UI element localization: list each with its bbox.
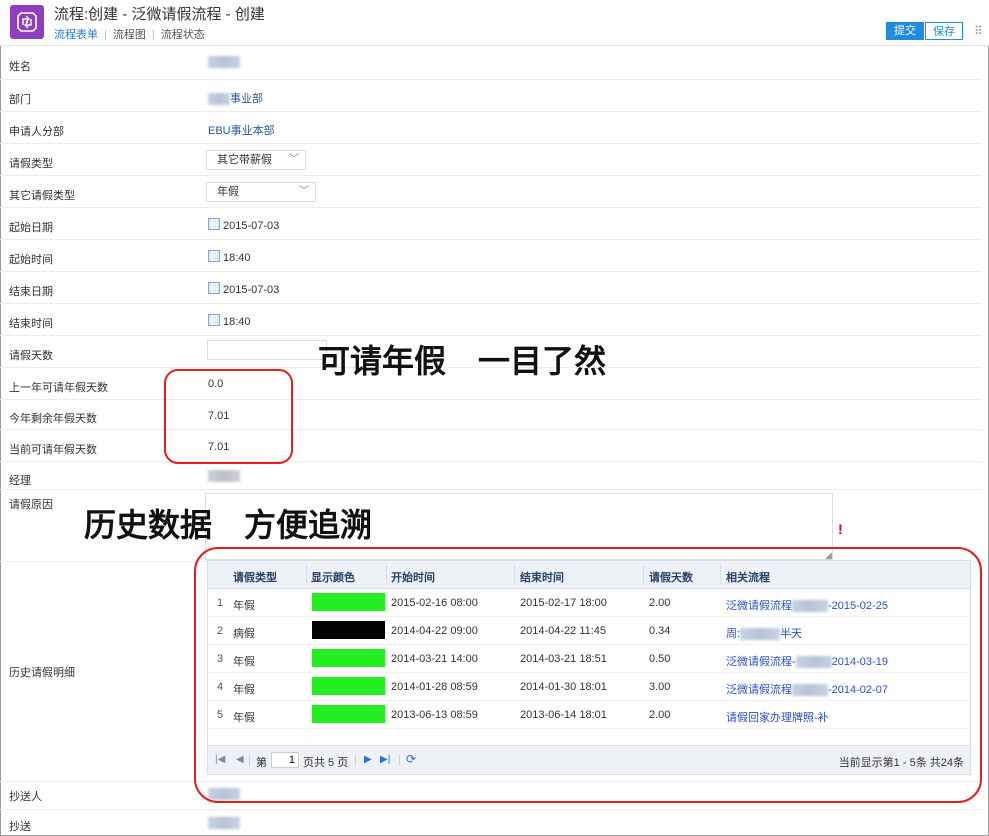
tab-workflow-chart[interactable]: 流程图 xyxy=(113,29,146,41)
form-row-available-days: 当前可请年假天数 7.01 xyxy=(0,430,981,462)
calendar-icon[interactable] xyxy=(208,282,220,294)
field-label: 结束时间 xyxy=(9,318,53,330)
field-label: 申请人分部 xyxy=(9,126,64,138)
branch-value[interactable]: EBU事业本部 xyxy=(208,122,275,138)
submit-button[interactable]: 提交 xyxy=(886,22,924,40)
end-time-field[interactable]: 18:40 xyxy=(208,314,251,328)
field-label: 上一年可请年假天数 xyxy=(9,382,108,394)
calendar-icon[interactable] xyxy=(208,314,220,326)
field-label: 历史请假明细 xyxy=(9,667,75,679)
form-row-remaining-days: 今年剩余年假天数 7.01 xyxy=(0,400,981,430)
workflow-app-icon xyxy=(10,5,44,39)
field-label: 抄送人 xyxy=(9,791,42,803)
name-value-redacted xyxy=(208,56,240,69)
form-row-other-leave-type: 其它请假类型 年假 ﹀ xyxy=(0,176,981,208)
form-tabs: 流程表单 | 流程图 | 流程状态 xyxy=(54,26,205,42)
save-button[interactable]: 保存 xyxy=(925,22,963,40)
annotation-annual-leave: 可请年假 一目了然 xyxy=(318,342,607,380)
highlight-history xyxy=(194,547,982,803)
form-row-end-date: 结束日期 2015-07-03 xyxy=(0,272,981,304)
field-label: 起始时间 xyxy=(9,254,53,266)
field-label: 经理 xyxy=(9,475,31,487)
calendar-icon[interactable] xyxy=(208,218,220,230)
tab-workflow-form[interactable]: 流程表单 xyxy=(54,29,98,41)
field-label: 今年剩余年假天数 xyxy=(9,413,97,425)
form-row-name: 姓名 xyxy=(0,47,981,80)
calendar-icon[interactable] xyxy=(208,250,220,262)
start-date-field[interactable]: 2015-07-03 xyxy=(208,218,279,232)
start-time-field[interactable]: 18:40 xyxy=(208,250,251,264)
form-row-cc: 抄送 xyxy=(0,810,981,836)
field-label: 其它请假类型 xyxy=(9,190,75,202)
manager-value-redacted xyxy=(208,470,240,483)
page-header: 流程:创建 - 泛微请假流程 - 创建 流程表单 | 流程图 | 流程状态 提交 保存 … xyxy=(0,0,989,46)
form-row-start-date: 起始日期 2015-07-03 xyxy=(0,208,981,240)
tab-workflow-status[interactable]: 流程状态 xyxy=(161,29,205,41)
field-label: 结束日期 xyxy=(9,286,53,298)
form-row-leave-type: 请假类型 其它带薪假 ﹀ xyxy=(0,144,981,176)
form-row-department: 部门 事业部 xyxy=(0,80,981,112)
cc-value-redacted xyxy=(208,817,240,830)
tab-separator: | xyxy=(104,29,107,41)
form-row-end-time: 结束时间 18:40 xyxy=(0,304,981,336)
field-label: 当前可请年假天数 xyxy=(9,444,97,456)
form-row-branch: 申请人分部 EBU事业本部 xyxy=(0,112,981,144)
field-label: 请假天数 xyxy=(9,350,53,362)
highlight-annual-leave xyxy=(164,369,293,464)
field-label: 抄送 xyxy=(9,821,31,833)
department-value[interactable]: 事业部 xyxy=(208,90,263,106)
leave-type-select[interactable]: 其它带薪假 ﹀ xyxy=(206,150,306,170)
field-label: 起始日期 xyxy=(9,222,53,234)
field-label: 请假原因 xyxy=(9,499,53,511)
chevron-down-icon: ﹀ xyxy=(299,186,309,197)
page-title: 流程:创建 - 泛微请假流程 - 创建 xyxy=(54,6,265,23)
tab-separator: | xyxy=(151,29,155,41)
field-label: 姓名 xyxy=(9,61,31,73)
more-menu-icon[interactable]: ⠿ xyxy=(974,22,983,40)
field-label: 部门 xyxy=(9,94,31,106)
chevron-down-icon: ﹀ xyxy=(289,154,299,165)
leave-days-input[interactable] xyxy=(207,340,327,360)
form-row-start-time: 起始时间 18:40 xyxy=(0,240,981,272)
other-leave-type-select[interactable]: 年假 ﹀ xyxy=(206,182,316,202)
form-row-manager: 经理 xyxy=(0,462,981,490)
required-mark: ! xyxy=(838,521,843,537)
annotation-history: 历史数据 方便追溯 xyxy=(84,506,373,544)
field-label: 请假类型 xyxy=(9,158,53,170)
end-date-field[interactable]: 2015-07-03 xyxy=(208,282,279,296)
